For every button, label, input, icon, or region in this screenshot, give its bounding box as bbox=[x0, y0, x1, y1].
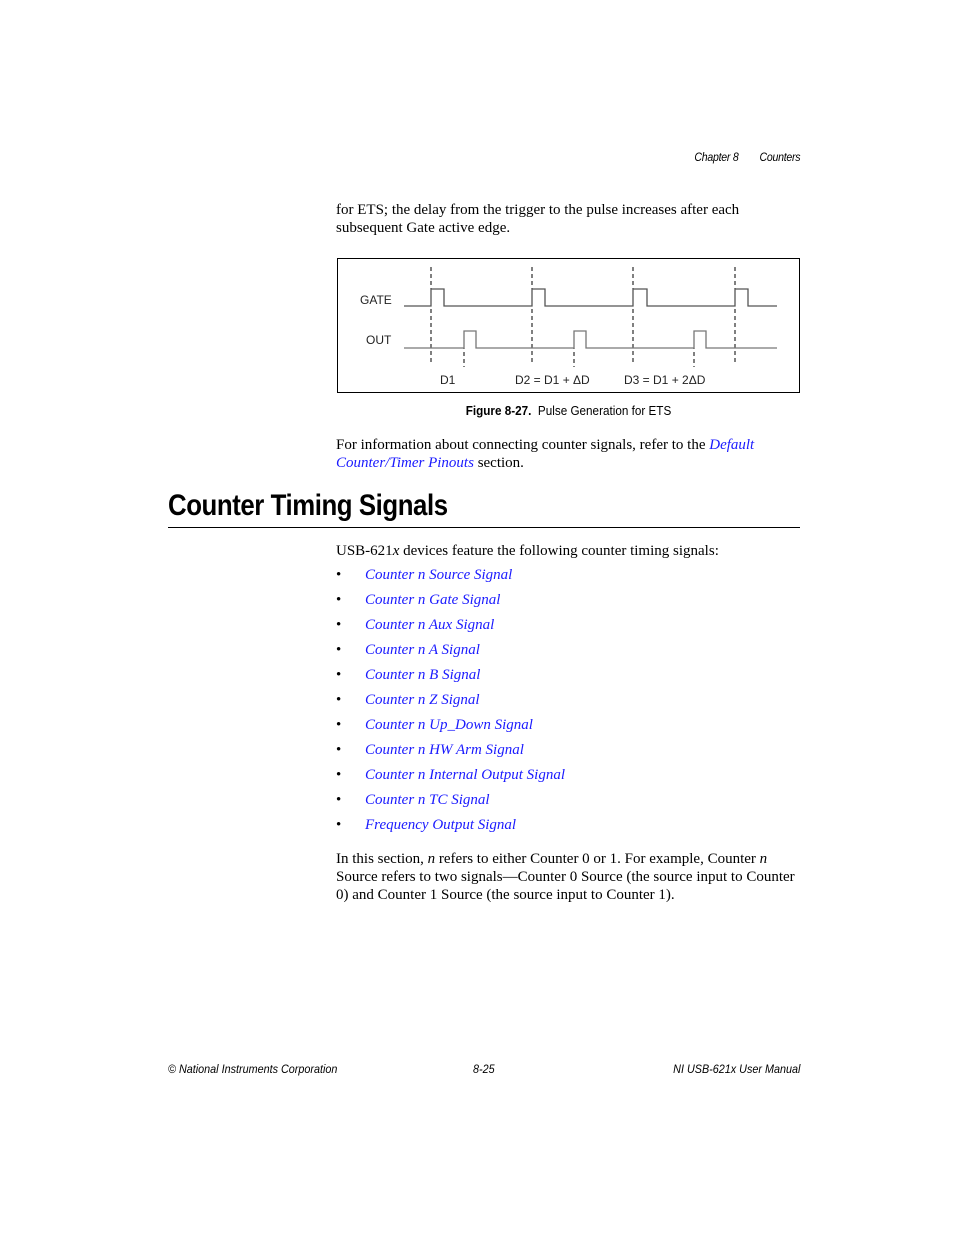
connect-text: For information about connecting counter… bbox=[336, 437, 710, 453]
bullet: • bbox=[336, 642, 342, 658]
note-text: Source refers to two signals—Counter 0 S… bbox=[336, 869, 795, 903]
bullet: • bbox=[336, 742, 342, 758]
connect-paragraph: For information about connecting counter… bbox=[336, 436, 806, 472]
signal-link[interactable]: Counter n Internal Output Signal bbox=[365, 766, 565, 791]
trigger-markers bbox=[430, 267, 736, 367]
section-intro: USB-621x devices feature the following c… bbox=[336, 542, 806, 560]
note-text: refers to either Counter 0 or 1. For exa… bbox=[435, 851, 760, 867]
chapter-section: Counters bbox=[759, 150, 800, 164]
list-item: • Counter n HW Arm Signal bbox=[336, 741, 565, 766]
footer-copyright: © National Instruments Corporation bbox=[168, 1062, 338, 1076]
bullet: • bbox=[336, 567, 342, 583]
section-heading: Counter Timing Signals bbox=[168, 489, 448, 522]
section-intro-text: devices feature the following counter ti… bbox=[399, 543, 719, 559]
signal-link[interactable]: Counter n A Signal bbox=[365, 641, 480, 666]
chapter-label: Chapter 8 bbox=[694, 150, 739, 164]
note-paragraph: In this section, n refers to either Coun… bbox=[336, 850, 806, 904]
note-text: In this section, bbox=[336, 851, 428, 867]
list-item: • Counter n A Signal bbox=[336, 641, 565, 666]
figure-number: Figure 8-27. bbox=[465, 403, 532, 418]
signal-link[interactable]: Counter n Aux Signal bbox=[365, 616, 494, 641]
delay-label-d2: D2 = D1 + ΔD bbox=[515, 373, 590, 387]
bullet: • bbox=[336, 717, 342, 733]
signal-link[interactable]: Counter n Up_Down Signal bbox=[365, 716, 533, 741]
device-name: USB-621 bbox=[336, 543, 393, 559]
signal-link[interactable]: Frequency Output Signal bbox=[365, 816, 516, 841]
figure-title: Pulse Generation for ETS bbox=[537, 403, 672, 418]
list-item: • Counter n Z Signal bbox=[336, 691, 565, 716]
intro-paragraph: for ETS; the delay from the trigger to t… bbox=[336, 202, 740, 236]
bullet: • bbox=[336, 767, 342, 783]
list-item: • Counter n Up_Down Signal bbox=[336, 716, 565, 741]
bullet: • bbox=[336, 592, 342, 608]
figure-caption: Figure 8-27. Pulse Generation for ETS bbox=[360, 403, 777, 418]
connect-text-end: section. bbox=[473, 455, 524, 471]
signal-link[interactable]: Counter n Gate Signal bbox=[365, 591, 500, 616]
timing-signals-list: • Counter n Source Signal • Counter n Gate… bbox=[336, 566, 565, 841]
list-item: • Counter n B Signal bbox=[336, 666, 565, 691]
signal-link[interactable]: Counter n Source Signal bbox=[365, 566, 512, 591]
signal-link[interactable]: Counter n TC Signal bbox=[365, 791, 490, 816]
list-item: • Counter n Internal Output Signal bbox=[336, 766, 565, 791]
list-item: • Counter n TC Signal bbox=[336, 791, 565, 816]
gate-waveform bbox=[404, 288, 777, 307]
timing-diagram-figure: GATE OUT D1 D2 = D1 + ΔD D3 = D1 + 2ΔD bbox=[337, 258, 800, 393]
signal-link[interactable]: Counter n B Signal bbox=[365, 666, 480, 691]
bullet: • bbox=[336, 667, 342, 683]
delay-label-d1: D1 bbox=[440, 373, 456, 387]
list-item: • Counter n Source Signal bbox=[336, 566, 565, 591]
out-signal-label: OUT bbox=[366, 333, 392, 347]
signal-link[interactable]: Counter n HW Arm Signal bbox=[365, 741, 524, 766]
bullet: • bbox=[336, 692, 342, 708]
footer-page-number: 8-25 bbox=[473, 1062, 495, 1076]
list-item: • Frequency Output Signal bbox=[336, 816, 565, 841]
delay-label-d3: D3 = D1 + 2ΔD bbox=[624, 373, 706, 387]
bullet: • bbox=[336, 617, 342, 633]
gate-signal-label: GATE bbox=[360, 293, 392, 307]
list-item: • Counter n Gate Signal bbox=[336, 591, 565, 616]
out-waveform bbox=[404, 330, 777, 349]
footer-manual-title: NI USB-621x User Manual bbox=[672, 1062, 800, 1076]
timing-diagram: GATE OUT D1 D2 = D1 + ΔD D3 = D1 + 2ΔD bbox=[360, 267, 777, 387]
list-item: • Counter n Aux Signal bbox=[336, 616, 565, 641]
bullet: • bbox=[336, 792, 342, 808]
n-variable: n bbox=[759, 851, 768, 867]
heading-rule bbox=[168, 527, 800, 528]
page-header: Chapter 8 Counters bbox=[694, 150, 800, 164]
signal-link[interactable]: Counter n Z Signal bbox=[365, 691, 480, 716]
bullet: • bbox=[336, 817, 342, 833]
